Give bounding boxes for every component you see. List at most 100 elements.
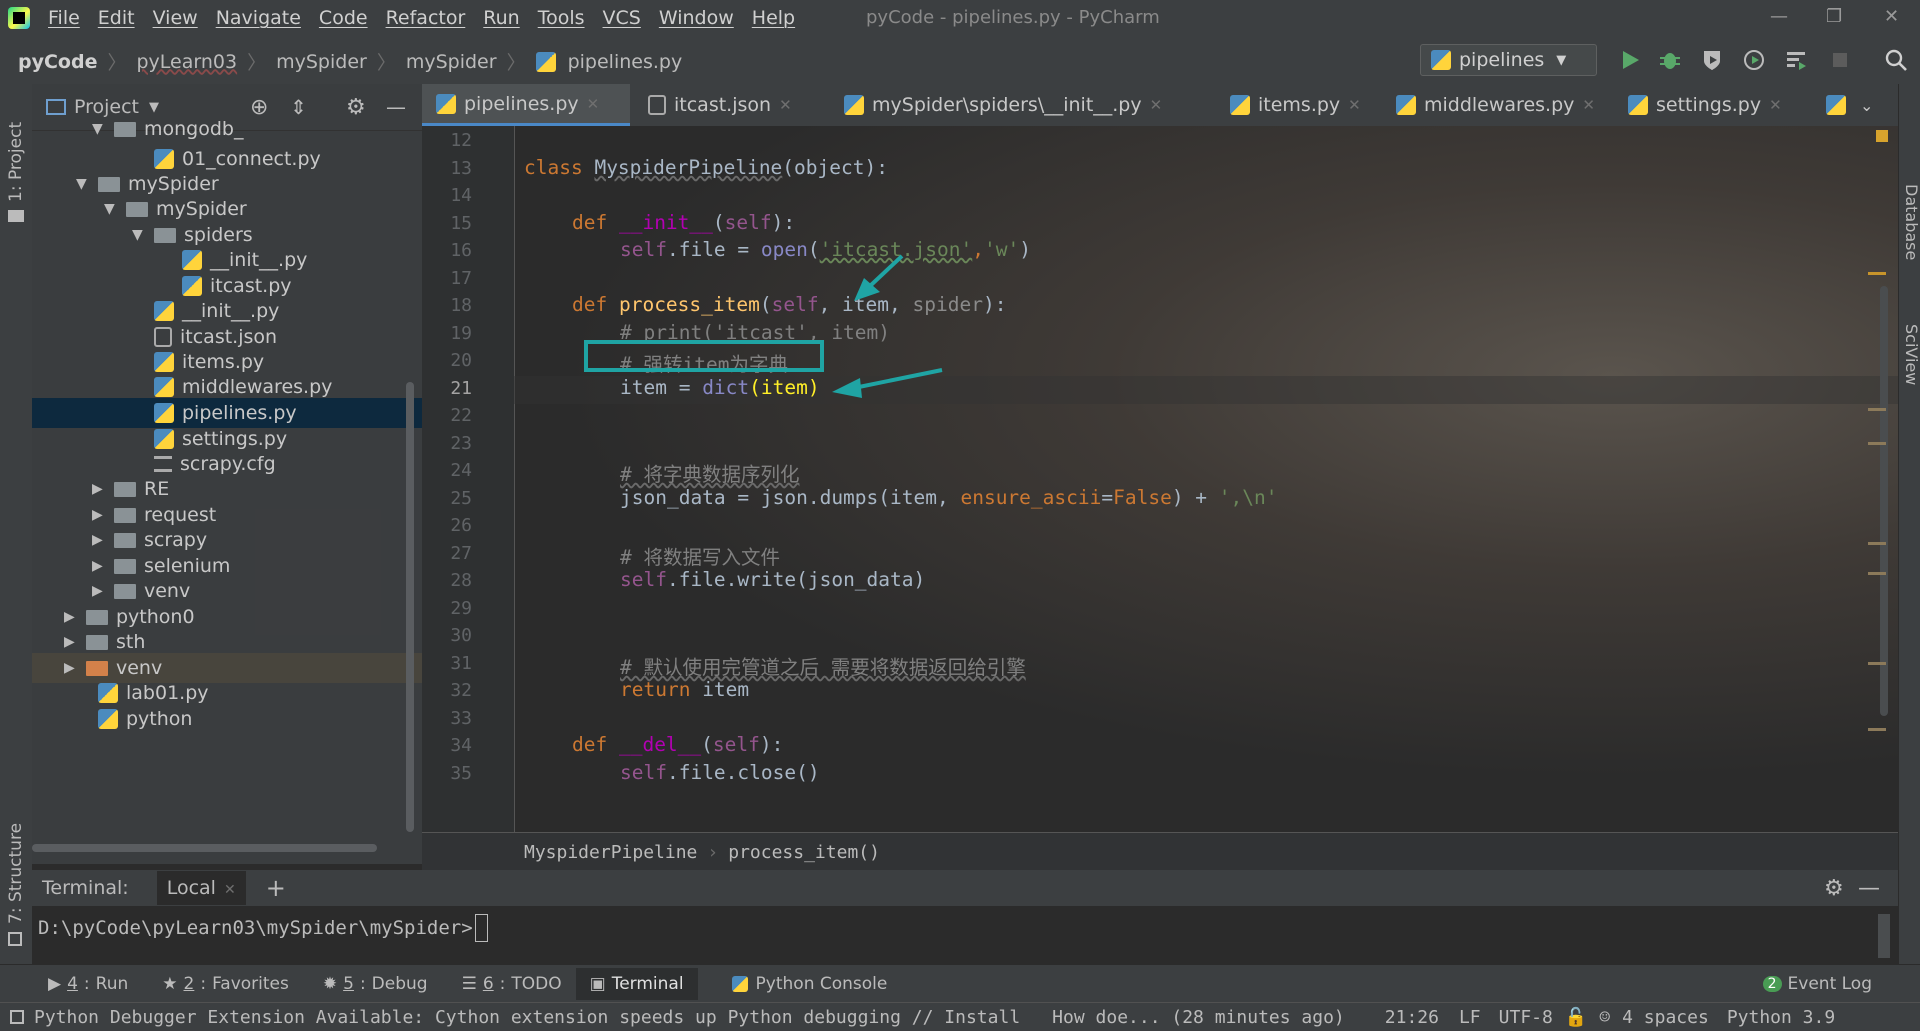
menu-refactor[interactable]: Refactor xyxy=(386,7,466,29)
tab-middlewares[interactable]: middlewares.py ✕ xyxy=(1396,84,1595,126)
line-separator[interactable]: LF xyxy=(1459,1007,1481,1028)
breadcrumb-method[interactable]: process_item() xyxy=(728,842,880,863)
search-icon[interactable] xyxy=(1884,48,1908,72)
terminal-output[interactable]: D:\pyCode\pyLearn03\mySpider\mySpider> xyxy=(32,906,1898,950)
debug-tool-button[interactable]: ✹ 5: Debug xyxy=(323,974,428,994)
menu-edit[interactable]: Edit xyxy=(98,7,135,29)
database-tool-button[interactable]: Database xyxy=(1902,184,1920,260)
project-hscrollbar[interactable] xyxy=(32,844,377,852)
breadcrumb-file[interactable]: pipelines.py xyxy=(568,51,683,73)
concurrency-icon[interactable] xyxy=(1784,48,1808,72)
tab-spiders-init[interactable]: mySpider\spiders\__init__.py ✕ xyxy=(844,84,1162,126)
breadcrumb-folder[interactable]: mySpider xyxy=(276,51,367,73)
python-console-tool-button[interactable]: Python Console xyxy=(731,974,887,994)
close-tab-icon[interactable]: ✕ xyxy=(587,95,600,113)
menu-vcs[interactable]: VCS xyxy=(603,7,641,29)
editor-scrollbar[interactable] xyxy=(1880,286,1888,716)
toggle-tool-windows-icon[interactable] xyxy=(10,1010,24,1024)
event-log-button[interactable]: 2 Event Log xyxy=(1762,974,1872,994)
chevron-down-icon[interactable]: ▼ xyxy=(132,220,148,250)
tree-item[interactable]: ▶ venv xyxy=(32,653,422,683)
menu-run[interactable]: Run xyxy=(483,7,519,29)
more-tabs-button[interactable]: ⌄ xyxy=(1826,84,1873,126)
tab-settings[interactable]: settings.py ✕ xyxy=(1628,84,1782,126)
menu-window[interactable]: Window xyxy=(659,7,734,29)
menu-code[interactable]: Code xyxy=(319,7,368,29)
annotation-arrowhead xyxy=(832,378,862,398)
scroll-marker[interactable] xyxy=(1868,572,1886,575)
terminal-tab-local[interactable]: Local ✕ xyxy=(156,871,246,905)
coverage-icon[interactable] xyxy=(1700,48,1724,72)
menu-file[interactable]: File xyxy=(48,7,80,29)
terminal-tool-button[interactable]: ▣ Terminal xyxy=(575,968,698,1000)
close-tab-icon[interactable]: ✕ xyxy=(1348,96,1361,114)
structure-tool-button[interactable]: 7: Structure xyxy=(6,823,26,924)
tab-itcast-json[interactable]: itcast.json ✕ xyxy=(648,84,792,126)
scroll-marker[interactable] xyxy=(1868,542,1886,545)
project-scrollbar[interactable] xyxy=(406,382,414,832)
breadcrumb-folder[interactable]: mySpider xyxy=(406,51,497,73)
run-icon: ▶ xyxy=(48,974,62,994)
menu-view[interactable]: View xyxy=(153,7,198,29)
close-tab-icon[interactable]: ✕ xyxy=(1150,96,1163,114)
restore-icon[interactable]: ❐ xyxy=(1826,6,1842,27)
debug-icon[interactable] xyxy=(1658,48,1682,72)
locate-icon[interactable]: ⊕ xyxy=(250,95,268,120)
code-editor[interactable]: 12 13 14 15 16 17 18 19 20 21 22 23 24 2… xyxy=(422,126,1898,832)
tree-item[interactable]: scrapy.cfg xyxy=(154,449,276,479)
chevron-down-icon[interactable]: ▼ xyxy=(104,194,120,224)
chevron-down-icon[interactable]: ▼ xyxy=(149,100,159,115)
tree-item[interactable]: ▼ mongodb_ xyxy=(92,114,243,144)
close-icon[interactable]: ✕ xyxy=(1884,6,1899,27)
run-tool-button[interactable]: ▶ 4: Run xyxy=(48,974,128,994)
scroll-marker[interactable] xyxy=(1868,272,1886,275)
scroll-marker[interactable] xyxy=(1868,442,1886,445)
menu-navigate[interactable]: Navigate xyxy=(216,7,301,29)
inspection-warning-icon[interactable] xyxy=(1876,130,1888,142)
indent-setting[interactable]: 4 spaces xyxy=(1622,1007,1709,1028)
chevron-down-icon[interactable]: ▼ xyxy=(76,169,92,199)
file-encoding[interactable]: UTF-8 xyxy=(1499,1007,1553,1028)
project-tool-button[interactable]: 1: Project xyxy=(6,122,26,202)
stop-icon[interactable] xyxy=(1828,48,1852,72)
chevron-down-icon: ⌄ xyxy=(1860,95,1874,115)
python-file-icon xyxy=(98,709,118,729)
menu-help[interactable]: Help xyxy=(752,7,795,29)
collapse-all-icon[interactable]: ⇕ xyxy=(290,95,307,119)
scroll-marker[interactable] xyxy=(1868,662,1886,665)
status-message[interactable]: Python Debugger Extension Available: Cyt… xyxy=(34,1007,1020,1028)
gear-icon[interactable]: ⚙ xyxy=(1824,876,1844,901)
tool-window-bar: ▶ 4: Run ★ 2: Favorites ✹ 5: Debug ☰ 6: TODO ▣ Te… xyxy=(0,964,1920,1003)
breadcrumb-class[interactable]: MyspiderPipeline xyxy=(524,842,697,863)
python-interpreter[interactable]: Python 3.9 xyxy=(1727,1007,1835,1028)
close-tab-icon[interactable]: ✕ xyxy=(779,96,792,114)
tree-item[interactable]: python xyxy=(98,704,192,734)
run-configuration-select[interactable]: pipelines ▼ xyxy=(1420,44,1597,76)
run-icon[interactable] xyxy=(1618,48,1642,72)
profile-icon[interactable] xyxy=(1742,48,1766,72)
minimize-icon[interactable]: — xyxy=(1770,6,1788,27)
tab-items[interactable]: items.py ✕ xyxy=(1230,84,1361,126)
scroll-marker[interactable] xyxy=(1868,408,1886,411)
chevron-right-icon[interactable]: ▶ xyxy=(64,653,80,683)
hide-panel-icon[interactable]: — xyxy=(386,95,406,119)
favorites-tool-button[interactable]: ★ 2: Favorites xyxy=(162,974,289,994)
sciview-tool-button[interactable]: SciView xyxy=(1902,324,1920,385)
inspector-icon[interactable]: ☺ xyxy=(1599,1007,1610,1028)
close-tab-icon[interactable]: ✕ xyxy=(224,882,236,898)
caret-position[interactable]: 21:26 xyxy=(1385,1007,1439,1028)
lock-icon[interactable]: 🔓 xyxy=(1565,1007,1587,1028)
tab-pipelines[interactable]: pipelines.py ✕ xyxy=(422,84,630,126)
breadcrumb-project[interactable]: pyCode xyxy=(18,51,97,73)
hide-panel-icon[interactable]: — xyxy=(1858,876,1880,901)
terminal-scrollbar[interactable] xyxy=(1878,914,1890,958)
close-tab-icon[interactable]: ✕ xyxy=(1582,96,1595,114)
todo-tool-button[interactable]: ☰ 6: TODO xyxy=(462,974,562,994)
gear-icon[interactable]: ⚙ xyxy=(346,95,366,120)
breadcrumb-folder[interactable]: pyLearn03 xyxy=(137,51,238,73)
scroll-marker[interactable] xyxy=(1868,728,1886,731)
new-terminal-icon[interactable]: + xyxy=(266,874,286,902)
menu-tools[interactable]: Tools xyxy=(538,7,585,29)
left-tool-stripe: 1: Project 7: Structure xyxy=(0,84,33,964)
close-tab-icon[interactable]: ✕ xyxy=(1769,96,1782,114)
